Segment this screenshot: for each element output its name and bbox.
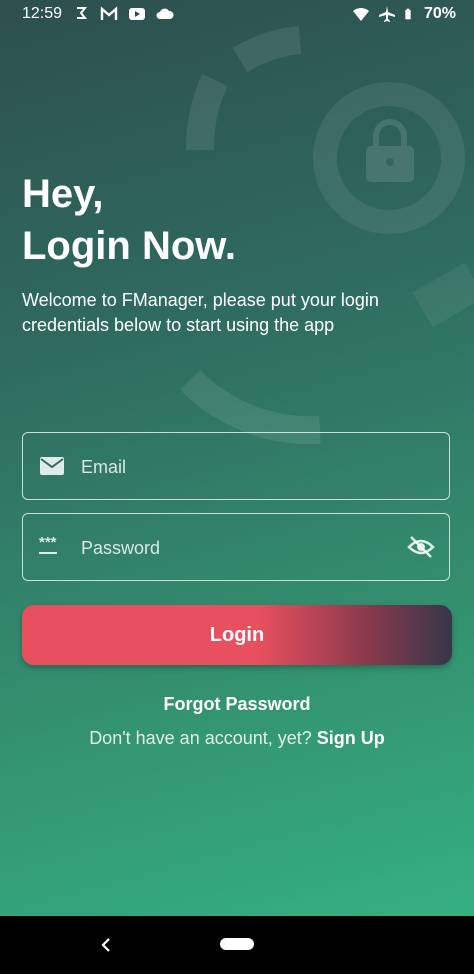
home-handle[interactable]: [220, 938, 254, 950]
email-icon: [40, 457, 64, 475]
no-account-text: Don't have an account, yet?: [89, 728, 312, 748]
back-icon[interactable]: [98, 936, 114, 954]
password-icon: ***: [39, 535, 57, 554]
email-input[interactable]: [79, 433, 383, 501]
forgot-password-link[interactable]: Forgot Password: [0, 694, 474, 715]
visibility-off-icon[interactable]: [407, 535, 435, 559]
wifi-icon: [352, 7, 369, 21]
page-title: Hey, Login Now.: [22, 172, 237, 268]
youtube-icon: [129, 8, 146, 20]
password-input[interactable]: [79, 514, 383, 582]
battery-icon: [405, 8, 411, 20]
airplane-icon: [378, 6, 395, 22]
signup-link[interactable]: Sign Up: [317, 728, 385, 748]
notification-icon: [77, 7, 88, 19]
login-screen: 12:59 70% Hey, Login Now. Welcome to FMa…: [0, 0, 474, 916]
gmail-icon: [100, 6, 118, 20]
status-bar: 12:59 70%: [0, 0, 474, 30]
login-button[interactable]: Login: [22, 605, 452, 665]
cloud-icon: [156, 8, 174, 19]
email-field[interactable]: [22, 432, 450, 501]
signup-prompt: Don't have an account, yet? Sign Up: [0, 728, 474, 749]
battery-percent: 70%: [423, 5, 456, 22]
password-field[interactable]: ***: [22, 513, 450, 582]
status-time: 12:59: [22, 5, 63, 22]
page-subtitle: Welcome to FManager, please put your log…: [22, 290, 379, 335]
